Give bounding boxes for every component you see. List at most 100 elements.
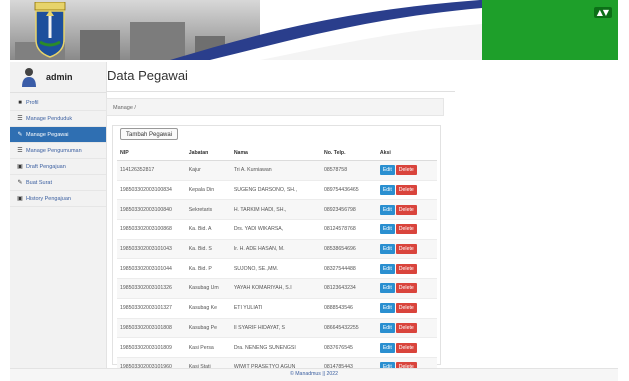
delete-button[interactable]: Delete (395, 185, 417, 196)
table-row: 198503302003100840 Sekretaris H. TARKIM HA… (117, 199, 437, 220)
sidebar-item-label: Profil (26, 99, 39, 106)
column-header: Jabatan (185, 146, 231, 161)
sidebar-item-buat-surat[interactable]: ✎ Buat Surat (10, 175, 106, 191)
pegawai-panel: Tambah Pegawai NIP Jabatan Nama No. Telp… (112, 125, 441, 377)
cell-jabatan: Kasubag Pe (185, 317, 231, 338)
edit-button[interactable]: Edit (379, 283, 395, 294)
cell-nama: H. TARKIM HADI, SH., (230, 199, 321, 220)
cell-telp: 0888543546 (321, 297, 377, 318)
delete-button[interactable]: Delete (395, 263, 417, 274)
cell-nip: 198503302003101326 (117, 278, 186, 299)
table-row: 198503302003101808 Kasubag Pe II SYARIF HI… (117, 317, 437, 338)
edit-button[interactable]: Edit (379, 322, 395, 333)
cell-nip: 114126352817 (117, 160, 186, 181)
edit-button[interactable]: Edit (379, 303, 395, 314)
delete-button[interactable]: Delete (395, 204, 417, 215)
main-content: Data Pegawai Manage / Tambah Pegawai NIP… (106, 62, 455, 377)
user-icon: ■ (18, 99, 22, 106)
cell-nip: 198503302003101809 (117, 337, 186, 358)
sidebar-item-profil[interactable]: ■ Profil (10, 95, 106, 111)
cell-aksi: EditDelete (376, 278, 437, 299)
cell-jabatan: Sekretaris (185, 199, 231, 220)
column-header: NIP (117, 146, 186, 161)
cell-telp: 08327544488 (321, 258, 377, 279)
cell-aksi: EditDelete (376, 219, 437, 240)
edit-button[interactable]: Edit (379, 224, 395, 235)
cell-aksi: EditDelete (376, 258, 437, 279)
cell-nama: Tri A. Kurniawan (230, 160, 321, 181)
column-header: Nama (230, 146, 321, 161)
column-header: No. Telp. (321, 146, 377, 161)
cell-aksi: EditDelete (376, 179, 437, 200)
cell-nama: ETI YULIATI (230, 297, 321, 318)
sidebar-item-draft-pengajuan[interactable]: ▣ Draft Pengajuan (10, 159, 106, 175)
cell-aksi: EditDelete (376, 160, 437, 181)
header-banner: ▲▼ (10, 0, 618, 60)
sort-badge-icon[interactable]: ▲▼ (593, 7, 612, 18)
cell-telp: 08578758 (321, 160, 377, 181)
cell-nip: 198503302003101808 (117, 317, 186, 338)
delete-button[interactable]: Delete (395, 244, 417, 255)
sidebar-menu: ■ Profil ☰ Manage Penduduk ✎ Manage Pega… (10, 95, 106, 207)
cell-jabatan: Kasubag Um (185, 278, 231, 299)
pencil-icon: ✎ (17, 180, 23, 186)
cell-aksi: EditDelete (376, 238, 437, 259)
divider (106, 91, 455, 92)
cell-aksi: EditDelete (376, 317, 437, 338)
cell-jabatan: Kajur (185, 160, 231, 181)
sidebar-item-label: Manage Pengumuman (26, 147, 82, 154)
table-row: 114126352817 Kajur Tri A. Kurniawan 0857875… (117, 160, 437, 181)
cell-jabatan: Kasubag Ke (185, 297, 231, 318)
cell-aksi: EditDelete (376, 337, 437, 358)
sidebar-item-manage-penduduk[interactable]: ☰ Manage Penduduk (10, 111, 106, 127)
delete-button[interactable]: Delete (395, 322, 417, 333)
sidebar-item-label: Buat Surat (26, 179, 52, 186)
sidebar-item-label: Draft Pengajuan (26, 163, 66, 170)
cell-nama: SUJONO, SE.,MM. (230, 258, 321, 279)
table-row: 198503302003101326 Kasubag Um YAYAH KOMARI… (117, 278, 437, 299)
cell-aksi: EditDelete (376, 199, 437, 220)
delete-button[interactable]: Delete (395, 165, 417, 176)
table-row: 198503302003100868 Ka. Bid. A Drs. YADI WI… (117, 219, 437, 240)
user-name: admin (46, 72, 73, 82)
cell-aksi: EditDelete (376, 297, 437, 318)
cell-jabatan: Kepala Din (185, 179, 231, 200)
user-avatar-icon (22, 68, 36, 87)
table-row: 198503302003101044 Ka. Bid. P SUJONO, SE.,… (117, 258, 437, 279)
delete-button[interactable]: Delete (395, 224, 417, 235)
sidebar-item-manage-pengumuman[interactable]: ☰ Manage Pengumuman (10, 143, 106, 159)
add-pegawai-button[interactable]: Tambah Pegawai (120, 128, 179, 140)
cell-nama: Drs. YADI WIKARSA, (230, 219, 321, 240)
edit-button[interactable]: Edit (379, 165, 395, 176)
sidebar-item-manage-pegawai[interactable]: ✎ Manage Pegawai (10, 127, 106, 143)
edit-button[interactable]: Edit (379, 263, 395, 274)
edit-button[interactable]: Edit (379, 204, 395, 215)
footer: © Manadmus || 2022 (10, 368, 618, 381)
cell-telp: 08538654696 (321, 238, 377, 259)
document-icon: ▣ (17, 164, 23, 170)
table-row: 198503302003100834 Kepala Din SUGENG DARSO… (117, 179, 437, 200)
cell-nama: YAYAH KOMARIYAH, S.I (230, 278, 321, 299)
edit-button[interactable]: Edit (379, 342, 395, 353)
table-row: 198503302003101043 Ka. Bid. S Ir. H. ADE H… (117, 238, 437, 259)
delete-button[interactable]: Delete (395, 342, 417, 353)
cell-nip: 198503302003101044 (117, 258, 186, 279)
list-icon: ☰ (17, 148, 23, 154)
cell-telp: 086645432255 (321, 317, 377, 338)
table-row: 198503302003101809 Kasi Persa Dra. NENENG … (117, 337, 437, 358)
cell-telp: 08923456798 (321, 199, 377, 220)
sidebar-item-history-pengajuan[interactable]: ▣ History Pengajuan (10, 191, 106, 207)
delete-button[interactable]: Delete (395, 303, 417, 314)
edit-button[interactable]: Edit (379, 244, 395, 255)
delete-button[interactable]: Delete (395, 283, 417, 294)
user-panel: admin (10, 62, 106, 93)
cell-nama: II SYARIF HIDAYAT, S (230, 317, 321, 338)
breadcrumb: Manage / (106, 98, 444, 116)
document-icon: ▣ (17, 196, 23, 202)
cell-nip: 198503302003101043 (117, 238, 186, 259)
cell-jabatan: Ka. Bid. A (185, 219, 231, 240)
edit-button[interactable]: Edit (379, 185, 395, 196)
sidebar-item-label: Manage Pegawai (26, 131, 69, 138)
table-header-row: NIP Jabatan Nama No. Telp. Aksi (117, 146, 437, 161)
cell-jabatan: Kasi Persa (185, 337, 231, 358)
